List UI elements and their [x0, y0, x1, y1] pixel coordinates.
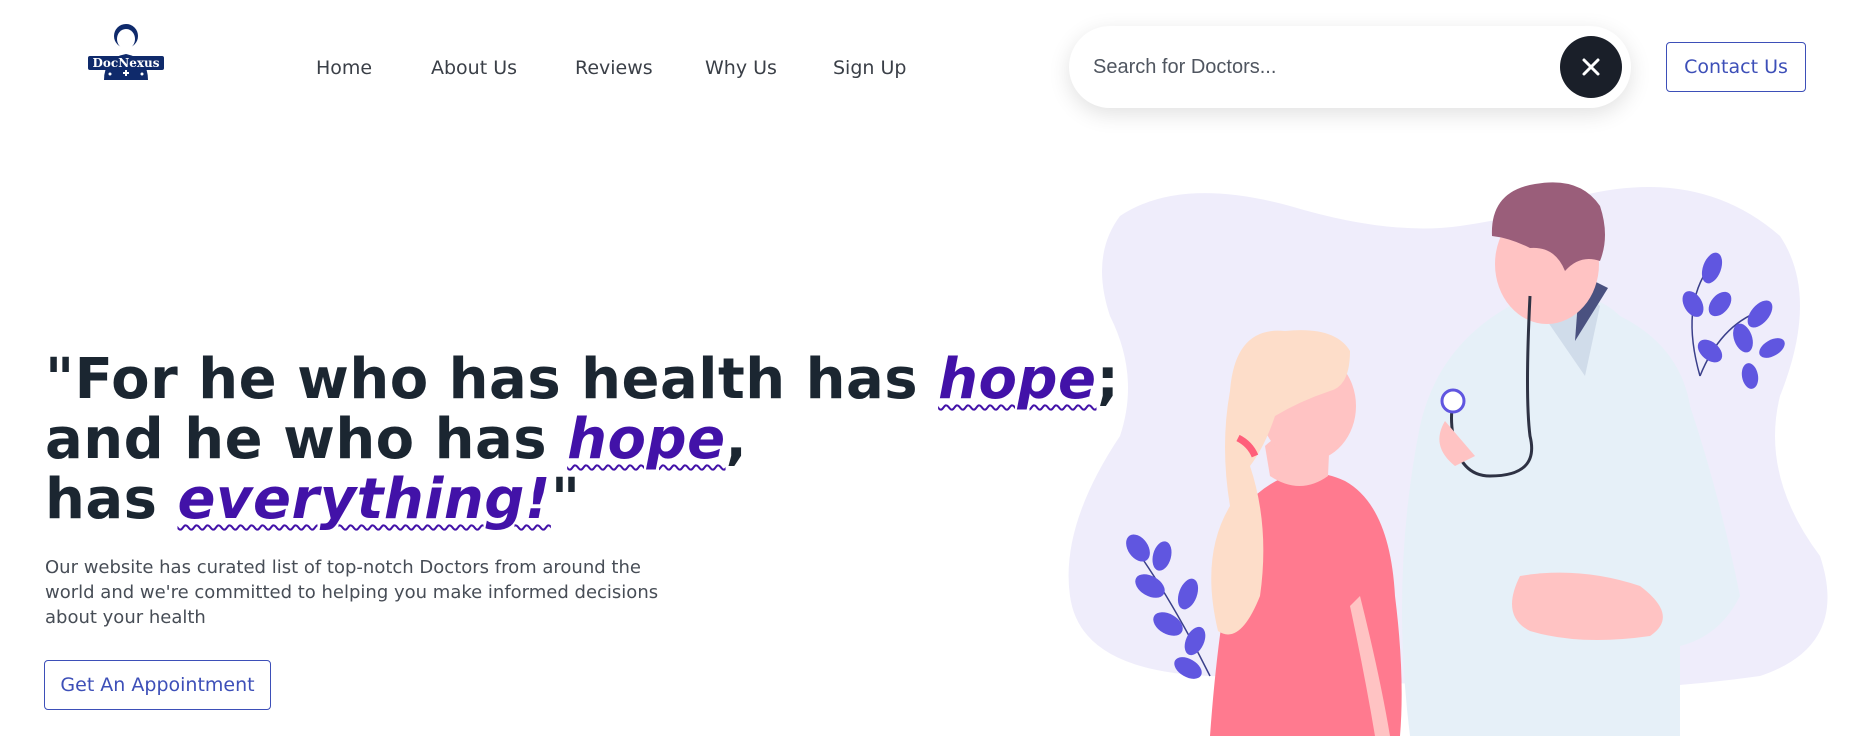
headline-highlight: hope — [567, 407, 726, 472]
doctor-avatar-icon: DocNexus — [88, 24, 164, 80]
brand-logo[interactable]: DocNexus — [86, 22, 166, 84]
contact-us-button[interactable]: Contact Us — [1666, 42, 1806, 92]
close-icon — [1582, 58, 1600, 76]
headline-line-2: and he who has hope, — [45, 410, 1119, 470]
hero-subtext: Our website has curated list of top-notc… — [45, 557, 659, 628]
search-box — [1069, 26, 1631, 108]
get-appointment-button[interactable]: Get An Appointment — [44, 660, 271, 710]
nav-reviews-link[interactable]: Reviews — [575, 57, 653, 79]
headline-text: has — [45, 467, 178, 532]
doctor-illustration-icon — [1068, 182, 1828, 736]
search-clear-button[interactable] — [1560, 36, 1622, 98]
headline-line-3: has everything!" — [45, 470, 1119, 530]
headline-line-1: "For he who has health has hope; — [45, 350, 1119, 410]
hero-headline: "For he who has health has hope; and he … — [45, 350, 1119, 530]
nav-about-link[interactable]: About Us — [431, 57, 517, 79]
logo-text: DocNexus — [93, 56, 160, 70]
search-input[interactable] — [1093, 47, 1533, 87]
nav-home-link[interactable]: Home — [316, 57, 372, 79]
headline-text: , — [725, 407, 748, 472]
headline-text: " — [550, 467, 581, 532]
headline-text: and he who has — [45, 407, 568, 472]
headline-highlight: everything! — [177, 467, 551, 532]
headline-text: "For he who has health has — [45, 347, 939, 412]
doctor-patient-illustration — [1060, 176, 1840, 736]
nav-sign-up-link[interactable]: Sign Up — [833, 57, 906, 79]
nav-why-us-link[interactable]: Why Us — [705, 57, 777, 79]
